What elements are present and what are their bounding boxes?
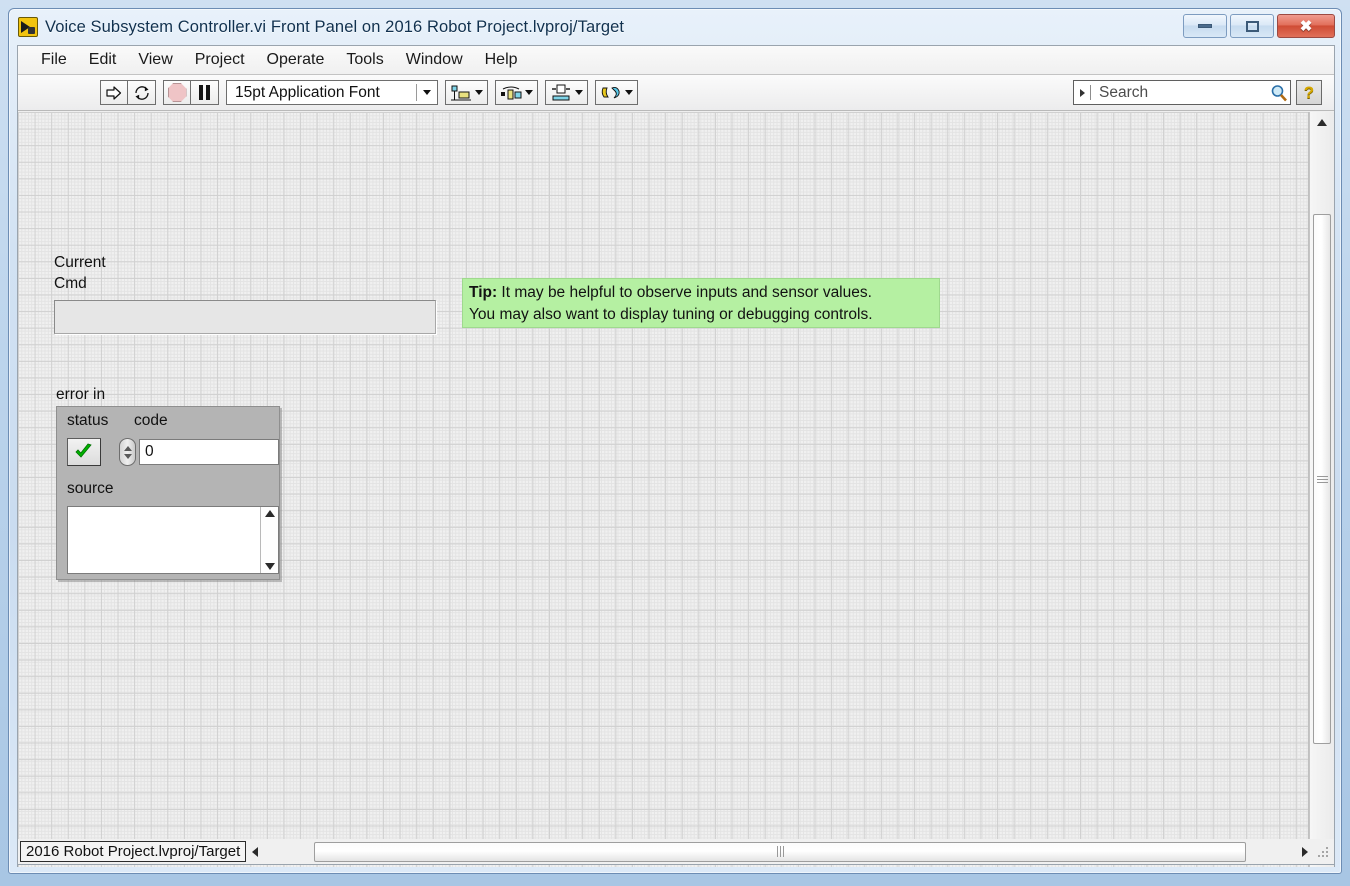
context-help-button[interactable]: ? — [1296, 80, 1322, 105]
maximize-button[interactable] — [1230, 14, 1274, 38]
tip-line-1: Tip: It may be helpful to observe inputs… — [469, 282, 933, 304]
scroll-grip-icon — [777, 846, 784, 857]
pause-icon — [199, 85, 210, 100]
labview-vi-icon — [18, 17, 38, 37]
error-in-label: error in — [56, 384, 105, 405]
toolbar: 15pt Application Font — [18, 75, 1334, 111]
window-controls: ✖ — [1183, 14, 1335, 38]
menu-item-file[interactable]: File — [30, 49, 78, 71]
abort-stop-icon — [168, 83, 187, 102]
distribute-objects-icon — [500, 84, 522, 102]
distribute-objects-dropdown[interactable] — [495, 80, 538, 105]
source-value — [68, 507, 260, 573]
code-label: code — [134, 412, 168, 430]
reorder-objects-dropdown[interactable] — [595, 80, 638, 105]
run-continuously-button[interactable] — [128, 80, 156, 105]
font-selector-label: 15pt Application Font — [227, 84, 416, 102]
tip-callout: Tip: It may be helpful to observe inputs… — [462, 278, 940, 328]
labview-front-panel-window: Voice Subsystem Controller.vi Front Pane… — [8, 8, 1342, 874]
scroll-grip-icon — [1317, 476, 1328, 483]
menu-item-project[interactable]: Project — [184, 49, 256, 71]
client-area: File Edit View Project Operate Tools Win… — [17, 45, 1335, 867]
search-area: Search ? — [1073, 80, 1322, 105]
window-title: Voice Subsystem Controller.vi Front Pane… — [45, 18, 624, 37]
run-button-group — [100, 80, 156, 105]
vertical-scrollbar[interactable] — [1309, 112, 1334, 867]
menu-item-window[interactable]: Window — [395, 49, 474, 71]
error-in-cluster[interactable]: status code 0 — [56, 406, 280, 580]
status-bar: 2016 Robot Project.lvproj/Target — [17, 839, 1335, 865]
menu-item-tools[interactable]: Tools — [335, 49, 394, 71]
increment-icon[interactable] — [124, 446, 132, 451]
decrement-icon[interactable] — [124, 454, 132, 459]
scroll-left-icon — [252, 847, 258, 857]
status-indicator[interactable] — [67, 438, 101, 466]
resize-objects-dropdown[interactable] — [545, 80, 588, 105]
reorder-objects-icon — [600, 84, 622, 102]
scroll-right-icon — [1302, 847, 1308, 857]
scroll-up-icon[interactable] — [265, 510, 275, 517]
front-panel-canvas[interactable]: Current Cmd Tip: It may be helpful to ob… — [18, 112, 1309, 867]
menu-bar: File Edit View Project Operate Tools Win… — [18, 46, 1334, 75]
vertical-scroll-thumb[interactable] — [1313, 214, 1331, 744]
abort-pause-group — [163, 80, 219, 105]
search-flip-icon[interactable] — [1074, 89, 1090, 97]
search-icon[interactable] — [1268, 84, 1290, 102]
horizontal-scroll-thumb[interactable] — [314, 842, 1246, 862]
close-button[interactable]: ✖ — [1277, 14, 1335, 38]
align-objects-icon — [450, 84, 472, 102]
horizontal-scrollbar[interactable] — [266, 841, 1294, 863]
pause-button[interactable] — [191, 80, 219, 105]
run-arrow-icon — [105, 84, 123, 102]
scroll-down-icon[interactable] — [265, 563, 275, 570]
close-icon: ✖ — [1300, 19, 1313, 34]
scroll-right-button[interactable] — [1296, 847, 1314, 857]
minimize-icon — [1198, 24, 1212, 28]
search-input[interactable]: Search — [1073, 80, 1291, 105]
title-bar: Voice Subsystem Controller.vi Front Pane… — [9, 9, 1341, 45]
chevron-down-icon — [475, 90, 483, 95]
tip-prefix: Tip: — [469, 284, 497, 301]
menu-item-help[interactable]: Help — [474, 49, 529, 71]
scroll-up-button[interactable] — [1310, 112, 1335, 132]
source-label: source — [67, 480, 114, 498]
question-mark-icon: ? — [1304, 83, 1314, 103]
tip-text-1: It may be helpful to observe inputs and … — [497, 284, 872, 301]
maximize-icon — [1246, 21, 1259, 32]
resize-grip[interactable] — [1314, 843, 1332, 861]
menu-item-edit[interactable]: Edit — [78, 49, 128, 71]
menu-item-operate[interactable]: Operate — [256, 49, 336, 71]
vertical-scroll-track[interactable] — [1310, 132, 1334, 847]
current-cmd-label: Current Cmd — [54, 252, 106, 294]
source-field[interactable] — [67, 506, 279, 574]
checkmark-icon — [74, 443, 94, 461]
tip-line-2: You may also want to display tuning or d… — [469, 304, 933, 326]
status-label: status — [67, 412, 108, 430]
search-input-text: Search — [1091, 84, 1268, 102]
minimize-button[interactable] — [1183, 14, 1227, 38]
chevron-down-icon — [525, 90, 533, 95]
screenshot-root: Voice Subsystem Controller.vi Front Pane… — [0, 0, 1350, 886]
source-scrollbar[interactable] — [260, 507, 278, 573]
code-stepper[interactable] — [119, 438, 136, 466]
code-field[interactable]: 0 — [139, 439, 279, 465]
code-value: 0 — [145, 443, 154, 461]
scroll-left-button[interactable] — [246, 847, 264, 857]
panel-region: Current Cmd Tip: It may be helpful to ob… — [18, 112, 1334, 867]
menu-item-view[interactable]: View — [127, 49, 183, 71]
run-button[interactable] — [100, 80, 128, 105]
chevron-down-icon — [625, 90, 633, 95]
resize-objects-icon — [550, 84, 572, 102]
target-indicator[interactable]: 2016 Robot Project.lvproj/Target — [20, 841, 246, 862]
font-selector[interactable]: 15pt Application Font — [226, 80, 438, 105]
align-objects-dropdown[interactable] — [445, 80, 488, 105]
run-continuously-icon — [133, 84, 151, 102]
current-cmd-indicator[interactable] — [54, 300, 436, 334]
chevron-down-icon — [575, 90, 583, 95]
scroll-up-icon — [1317, 119, 1327, 126]
chevron-down-icon[interactable] — [417, 90, 437, 95]
abort-execution-button[interactable] — [163, 80, 191, 105]
